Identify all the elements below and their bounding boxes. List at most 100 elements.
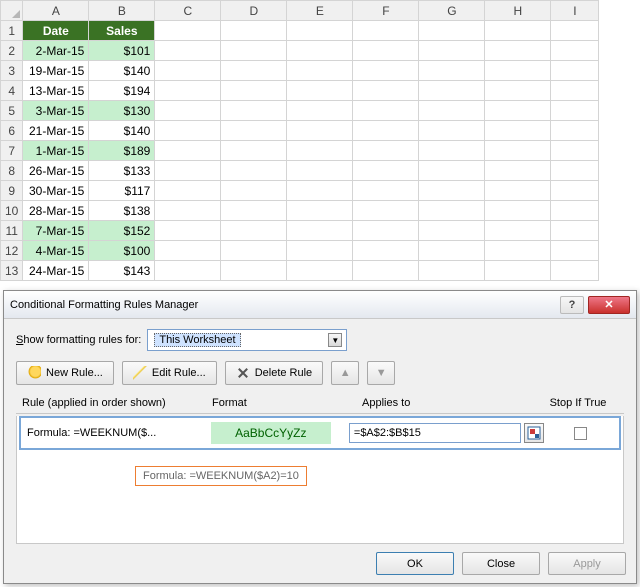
cell[interactable]: $143 [89,261,155,281]
cell[interactable] [287,101,353,121]
cell[interactable] [221,161,287,181]
cell[interactable]: $152 [89,221,155,241]
cell[interactable] [221,181,287,201]
cell[interactable] [221,61,287,81]
cell[interactable]: $140 [89,61,155,81]
cell[interactable] [287,201,353,221]
cell[interactable] [419,241,485,261]
cell[interactable] [287,41,353,61]
cell[interactable] [485,141,551,161]
cell[interactable] [551,221,599,241]
cell[interactable] [551,121,599,141]
cell[interactable] [287,61,353,81]
col-header-b[interactable]: B [89,1,155,21]
range-selector-button[interactable] [524,423,544,443]
cell[interactable] [485,221,551,241]
edit-rule-button[interactable]: Edit Rule... [122,361,217,385]
cell[interactable] [353,141,419,161]
cell[interactable] [419,141,485,161]
cell[interactable] [287,121,353,141]
row-header[interactable]: 5 [1,101,23,121]
cell[interactable] [155,41,221,61]
cell[interactable] [287,21,353,41]
cell[interactable] [551,61,599,81]
row-header[interactable]: 11 [1,221,23,241]
cell[interactable] [287,221,353,241]
cell[interactable] [221,261,287,281]
cell[interactable] [485,61,551,81]
cell[interactable] [221,81,287,101]
cell[interactable]: 24-Mar-15 [23,261,89,281]
rule-row[interactable]: Formula: =WEEKNUM($... AaBbCcYyZz =$A$2:… [19,416,621,450]
cell[interactable] [551,41,599,61]
col-header-f[interactable]: F [353,1,419,21]
cell[interactable] [485,161,551,181]
cell[interactable]: $101 [89,41,155,61]
spreadsheet-grid[interactable]: A B C D E F G H I 1DateSales22-Mar-15$10… [0,0,599,281]
cell[interactable] [551,141,599,161]
cell[interactable] [155,181,221,201]
cell[interactable] [353,201,419,221]
cell[interactable] [221,141,287,161]
cell[interactable]: Date [23,21,89,41]
applies-to-input[interactable]: =$A$2:$B$15 [349,423,521,443]
cell[interactable]: 28-Mar-15 [23,201,89,221]
cell[interactable] [287,261,353,281]
cell[interactable] [419,181,485,201]
col-header-h[interactable]: H [485,1,551,21]
cell[interactable] [353,81,419,101]
cell[interactable]: 19-Mar-15 [23,61,89,81]
cell[interactable] [551,101,599,121]
cell[interactable] [485,41,551,61]
cell[interactable]: 13-Mar-15 [23,81,89,101]
row-header[interactable]: 4 [1,81,23,101]
cell[interactable] [287,241,353,261]
scope-dropdown[interactable]: This Worksheet ▼ [147,329,347,351]
cell[interactable] [155,201,221,221]
cell[interactable]: $133 [89,161,155,181]
cell[interactable]: $130 [89,101,155,121]
col-header-i[interactable]: I [551,1,599,21]
cell[interactable] [419,121,485,141]
cell[interactable] [485,201,551,221]
cell[interactable] [353,101,419,121]
cell[interactable] [551,241,599,261]
cell[interactable] [551,261,599,281]
cell[interactable] [353,21,419,41]
cell[interactable] [485,241,551,261]
row-header[interactable]: 10 [1,201,23,221]
cell[interactable] [287,161,353,181]
cell[interactable]: $140 [89,121,155,141]
cell[interactable] [485,101,551,121]
cell[interactable] [221,241,287,261]
row-header[interactable]: 1 [1,21,23,41]
cell[interactable] [353,41,419,61]
cell[interactable]: $138 [89,201,155,221]
cell[interactable]: 1-Mar-15 [23,141,89,161]
cell[interactable]: 26-Mar-15 [23,161,89,181]
row-header[interactable]: 13 [1,261,23,281]
apply-button[interactable]: Apply [548,552,626,575]
cell[interactable]: $117 [89,181,155,201]
row-header[interactable]: 6 [1,121,23,141]
cell[interactable] [155,61,221,81]
cell[interactable] [221,221,287,241]
cell[interactable] [221,121,287,141]
cell[interactable] [287,141,353,161]
cell[interactable] [485,181,551,201]
delete-rule-button[interactable]: Delete Rule [225,361,324,385]
cell[interactable] [551,201,599,221]
cell[interactable] [155,161,221,181]
stop-if-true-checkbox[interactable] [574,427,587,440]
row-header[interactable]: 2 [1,41,23,61]
cell[interactable] [221,101,287,121]
row-header[interactable]: 8 [1,161,23,181]
cell[interactable] [353,181,419,201]
cell[interactable]: 3-Mar-15 [23,101,89,121]
cell[interactable] [353,261,419,281]
close-button[interactable]: ✕ [588,296,630,314]
cell[interactable] [221,41,287,61]
col-header-c[interactable]: C [155,1,221,21]
cell[interactable] [551,161,599,181]
cell[interactable] [485,21,551,41]
